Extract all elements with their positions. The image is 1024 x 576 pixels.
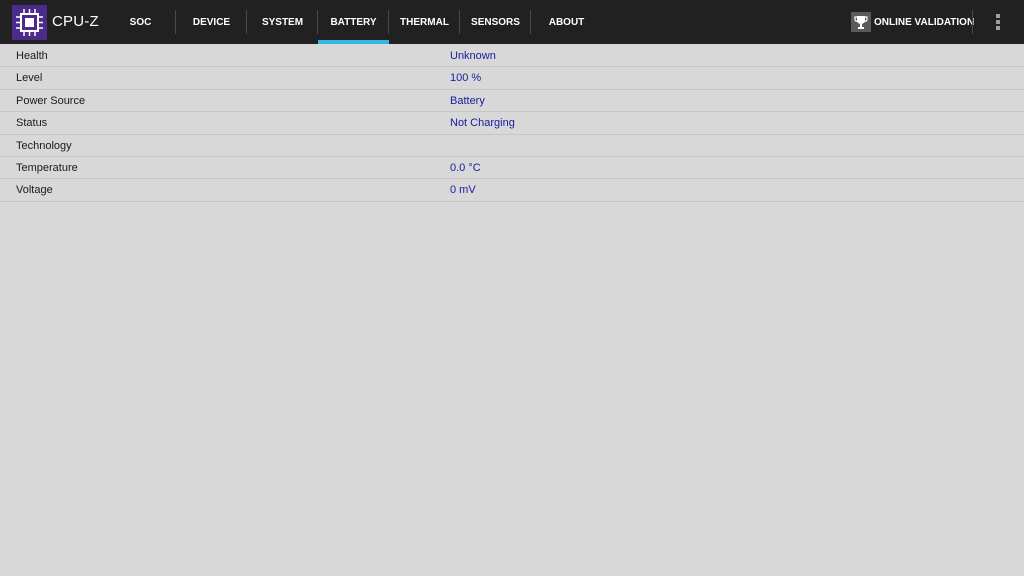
row-value-temperature: 0.0 °C [450,161,481,174]
row-label-health: Health [16,50,48,62]
tab-thermal[interactable]: THERMAL [389,0,460,44]
list-item: Status Not Charging [0,112,1024,135]
list-item: Level 100 % [0,67,1024,90]
online-validation-button[interactable]: ONLINE VALIDATION [851,12,974,32]
action-bar: CPU-Z SOC DEVICE SYSTEM BATTERY THERMAL … [0,0,1024,44]
list-item: Temperature 0.0 °C [0,157,1024,180]
row-label-voltage: Voltage [16,184,53,197]
app-title: CPU-Z [52,13,99,30]
online-validation-label: ONLINE VALIDATION [874,16,975,28]
tab-battery[interactable]: BATTERY [318,0,389,44]
tab-soc[interactable]: SOC [105,0,176,44]
battery-info-list: Health Unknown Level 100 % Power Source … [0,45,1024,202]
row-value-level: 100 % [450,72,482,85]
row-value-power-source: Battery [450,94,485,107]
tab-bar: SOC DEVICE SYSTEM BATTERY THERMAL SENSOR… [105,0,602,44]
row-label-level: Level [16,72,43,85]
list-item: Health Unknown [0,45,1024,68]
tab-system[interactable]: SYSTEM [247,0,318,44]
row-value-voltage: 0 mV [450,184,476,197]
row-label-power-source: Power Source [16,94,86,107]
list-item: Power Source Battery [0,90,1024,113]
row-label-status: Status [16,117,48,130]
cpu-chip-icon[interactable] [12,5,47,40]
tab-sensors[interactable]: SENSORS [460,0,531,44]
toolbar-divider [972,10,973,34]
tab-about[interactable]: ABOUT [531,0,602,44]
list-item: Technology [0,135,1024,157]
row-value-status: Not Charging [450,117,515,130]
trophy-icon [851,12,871,32]
row-value-health: Unknown [450,50,496,62]
list-item: Voltage 0 mV [0,179,1024,202]
overflow-menu-icon[interactable] [988,10,1008,34]
row-label-technology: Technology [16,139,72,152]
row-label-temperature: Temperature [16,161,78,174]
tab-device[interactable]: DEVICE [176,0,247,44]
